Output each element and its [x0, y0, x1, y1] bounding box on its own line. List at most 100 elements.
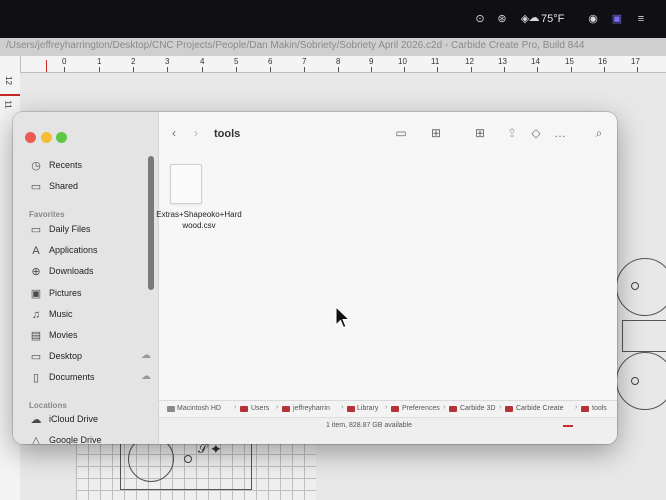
- group-by-icon[interactable]: ⊞: [469, 125, 491, 141]
- csv-file-icon[interactable]: [170, 164, 202, 204]
- favorites-section-label: Favorites: [29, 210, 65, 219]
- file-name[interactable]: Extras+Shapeoko+Hardwood.csv: [156, 209, 242, 231]
- ruler-marker: [0, 94, 20, 96]
- ruler-tick: [236, 67, 237, 72]
- sidebar-item-applications[interactable]: A Applications: [29, 243, 147, 259]
- sidebar-item-icloud-drive[interactable]: ☁ iCloud Drive: [29, 412, 147, 428]
- design-hole[interactable]: [631, 282, 639, 290]
- ruler-tick: [404, 67, 405, 72]
- design-circle[interactable]: [616, 258, 666, 316]
- minimize-button[interactable]: [41, 132, 52, 143]
- sidebar-item-label: Recents: [49, 160, 83, 170]
- status-text: 1 item, 828.87 GB available: [326, 422, 412, 429]
- design-circle[interactable]: [616, 352, 666, 410]
- folder-icon: [581, 406, 589, 412]
- icon-size-slider[interactable]: [563, 425, 573, 427]
- folder-icon: [282, 406, 290, 412]
- locations-section-label: Locations: [29, 401, 67, 410]
- ruler-label: 3: [165, 57, 170, 66]
- sidebar-item-shared[interactable]: ▭ Shared: [29, 179, 147, 195]
- ruler-label: 14: [531, 57, 540, 66]
- app-title-bar: /Users/jeffreyharrington/Desktop/CNC Pro…: [0, 38, 666, 57]
- more-icon[interactable]: …: [552, 125, 568, 141]
- ruler-label: 6: [268, 57, 273, 66]
- horizontal-ruler: 0 1 2 3 4 5 6 7 8 9 10 11 12 13 14 15 16…: [20, 56, 666, 73]
- ruler-label: 11: [431, 57, 440, 66]
- ruler-tick: [537, 67, 538, 72]
- path-item[interactable]: Preferences: [402, 405, 440, 412]
- view-options-icon[interactable]: ⊞: [425, 125, 447, 141]
- chevron-right-icon: ›: [575, 404, 578, 411]
- ruler-label: 15: [565, 57, 574, 66]
- sidebar-item-pictures[interactable]: ▣ Pictures: [29, 286, 147, 302]
- chevron-right-icon: ›: [234, 404, 237, 411]
- screen-mirror-icon[interactable]: ▣: [610, 12, 624, 26]
- path-item[interactable]: tools: [592, 405, 607, 412]
- media-icon[interactable]: ◉: [586, 12, 600, 26]
- sidebar-item-downloads[interactable]: ⊕ Downloads: [29, 264, 147, 280]
- sidebar-item-label: Google Drive: [49, 435, 102, 444]
- design-hole[interactable]: [631, 377, 639, 385]
- documents-icon: ▯: [32, 372, 40, 384]
- ruler-tick: [471, 67, 472, 72]
- ruler-tick: [338, 67, 339, 72]
- ruler-tick: [437, 67, 438, 72]
- forward-button[interactable]: ›: [189, 125, 203, 141]
- sidebar-item-label: Shared: [49, 181, 79, 191]
- new-folder-icon[interactable]: ▭: [393, 125, 409, 141]
- weather-cloud-icon[interactable]: ☁: [526, 11, 542, 25]
- pictures-icon: ▣: [30, 288, 42, 300]
- tag-icon[interactable]: ◇: [529, 125, 543, 141]
- ruler-label: 2: [131, 57, 136, 66]
- icloud-status-icon: ☁: [141, 350, 151, 361]
- back-button[interactable]: ‹: [167, 125, 181, 141]
- path-item[interactable]: jeffreyharrin: [293, 405, 330, 412]
- ruler-label: 0: [62, 57, 67, 66]
- movies-icon: ▤: [30, 330, 42, 342]
- path-item[interactable]: Carbide 3D: [460, 405, 495, 412]
- chevron-right-icon: ›: [443, 404, 446, 411]
- ruler-label: 7: [302, 57, 307, 66]
- path-item[interactable]: Library: [357, 405, 378, 412]
- close-button[interactable]: [25, 132, 36, 143]
- ruler-label: 11: [3, 100, 13, 109]
- downloads-icon: ⊕: [31, 266, 41, 278]
- ruler-tick: [504, 67, 505, 72]
- share-icon[interactable]: ⇪: [505, 125, 519, 141]
- search-icon[interactable]: ⌕: [591, 125, 607, 141]
- sidebar-item-daily-files[interactable]: ▭ Daily Files: [29, 222, 147, 238]
- design-outline[interactable]: [622, 320, 666, 352]
- focus-icon[interactable]: ⊙: [473, 12, 487, 26]
- ruler-label: 9: [369, 57, 374, 66]
- sidebar-item-music[interactable]: ♫ Music: [29, 307, 147, 323]
- ruler-label: 12: [465, 57, 474, 66]
- path-item[interactable]: Macintosh HD: [177, 405, 221, 412]
- ruler-tick: [99, 67, 100, 72]
- weather-temperature[interactable]: 75°F: [541, 12, 564, 26]
- chevron-right-icon: ›: [341, 404, 344, 411]
- sidebar-scrollbar[interactable]: [148, 156, 154, 290]
- design-artwork[interactable]: 𝒮 ✦: [198, 442, 246, 472]
- path-item[interactable]: Users: [251, 405, 269, 412]
- clock-icon: ◷: [31, 160, 41, 172]
- design-hole[interactable]: [184, 455, 192, 463]
- ruler-tick: [46, 60, 47, 72]
- sidebar-item-google-drive[interactable]: △ Google Drive: [29, 433, 147, 444]
- path-item[interactable]: Carbide Create: [516, 405, 563, 412]
- ruler-label: 12: [3, 76, 13, 85]
- folder-icon: [391, 406, 399, 412]
- ruler-label: 5: [234, 57, 239, 66]
- sidebar-item-label: Pictures: [49, 288, 82, 298]
- ruler-label: 17: [631, 57, 640, 66]
- folder-icon: [347, 406, 355, 412]
- ruler-label: 4: [200, 57, 205, 66]
- zoom-button[interactable]: [56, 132, 67, 143]
- ruler-tick: [167, 67, 168, 72]
- sidebar-item-desktop[interactable]: ▭ Desktop ☁: [29, 349, 151, 365]
- sidebar-item-recents[interactable]: ◷ Recents: [29, 158, 147, 174]
- dropdown-icon[interactable]: ≡: [634, 12, 648, 26]
- sidebar-item-documents[interactable]: ▯ Documents ☁: [29, 370, 151, 386]
- drive-icon: △: [31, 435, 41, 444]
- creative-cloud-icon[interactable]: ⊛: [495, 12, 509, 26]
- sidebar-item-movies[interactable]: ▤ Movies: [29, 328, 147, 344]
